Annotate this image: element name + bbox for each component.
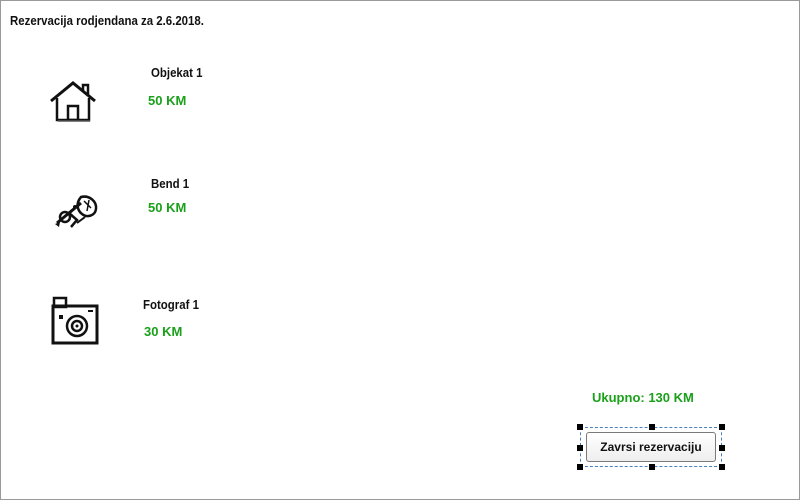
house-icon: [47, 77, 99, 129]
resize-handle[interactable]: [719, 445, 725, 451]
button-selection-frame: Zavrsi rezervaciju: [577, 424, 725, 470]
page-title: Rezervacija rodjendana za 2.6.2018.: [10, 13, 204, 28]
resize-handle[interactable]: [577, 424, 583, 430]
reservation-window: Rezervacija rodjendana za 2.6.2018. Obje…: [0, 0, 800, 500]
resize-handle[interactable]: [719, 464, 725, 470]
item-price: 50 KM: [148, 200, 187, 215]
resize-handle[interactable]: [719, 424, 725, 430]
resize-handle[interactable]: [649, 464, 655, 470]
band-instruments-icon: [51, 187, 103, 239]
item-price: 50 KM: [148, 93, 187, 108]
item-price: 30 KM: [144, 324, 183, 339]
item-name: Objekat 1: [151, 65, 203, 80]
item-name: Fotograf 1: [143, 297, 199, 312]
finish-reservation-button[interactable]: Zavrsi rezervaciju: [586, 432, 716, 462]
camera-icon: [50, 295, 102, 347]
resize-handle[interactable]: [577, 445, 583, 451]
total-price: Ukupno: 130 KM: [592, 390, 694, 405]
item-name: Bend 1: [151, 176, 190, 191]
resize-handle[interactable]: [649, 424, 655, 430]
resize-handle[interactable]: [577, 464, 583, 470]
